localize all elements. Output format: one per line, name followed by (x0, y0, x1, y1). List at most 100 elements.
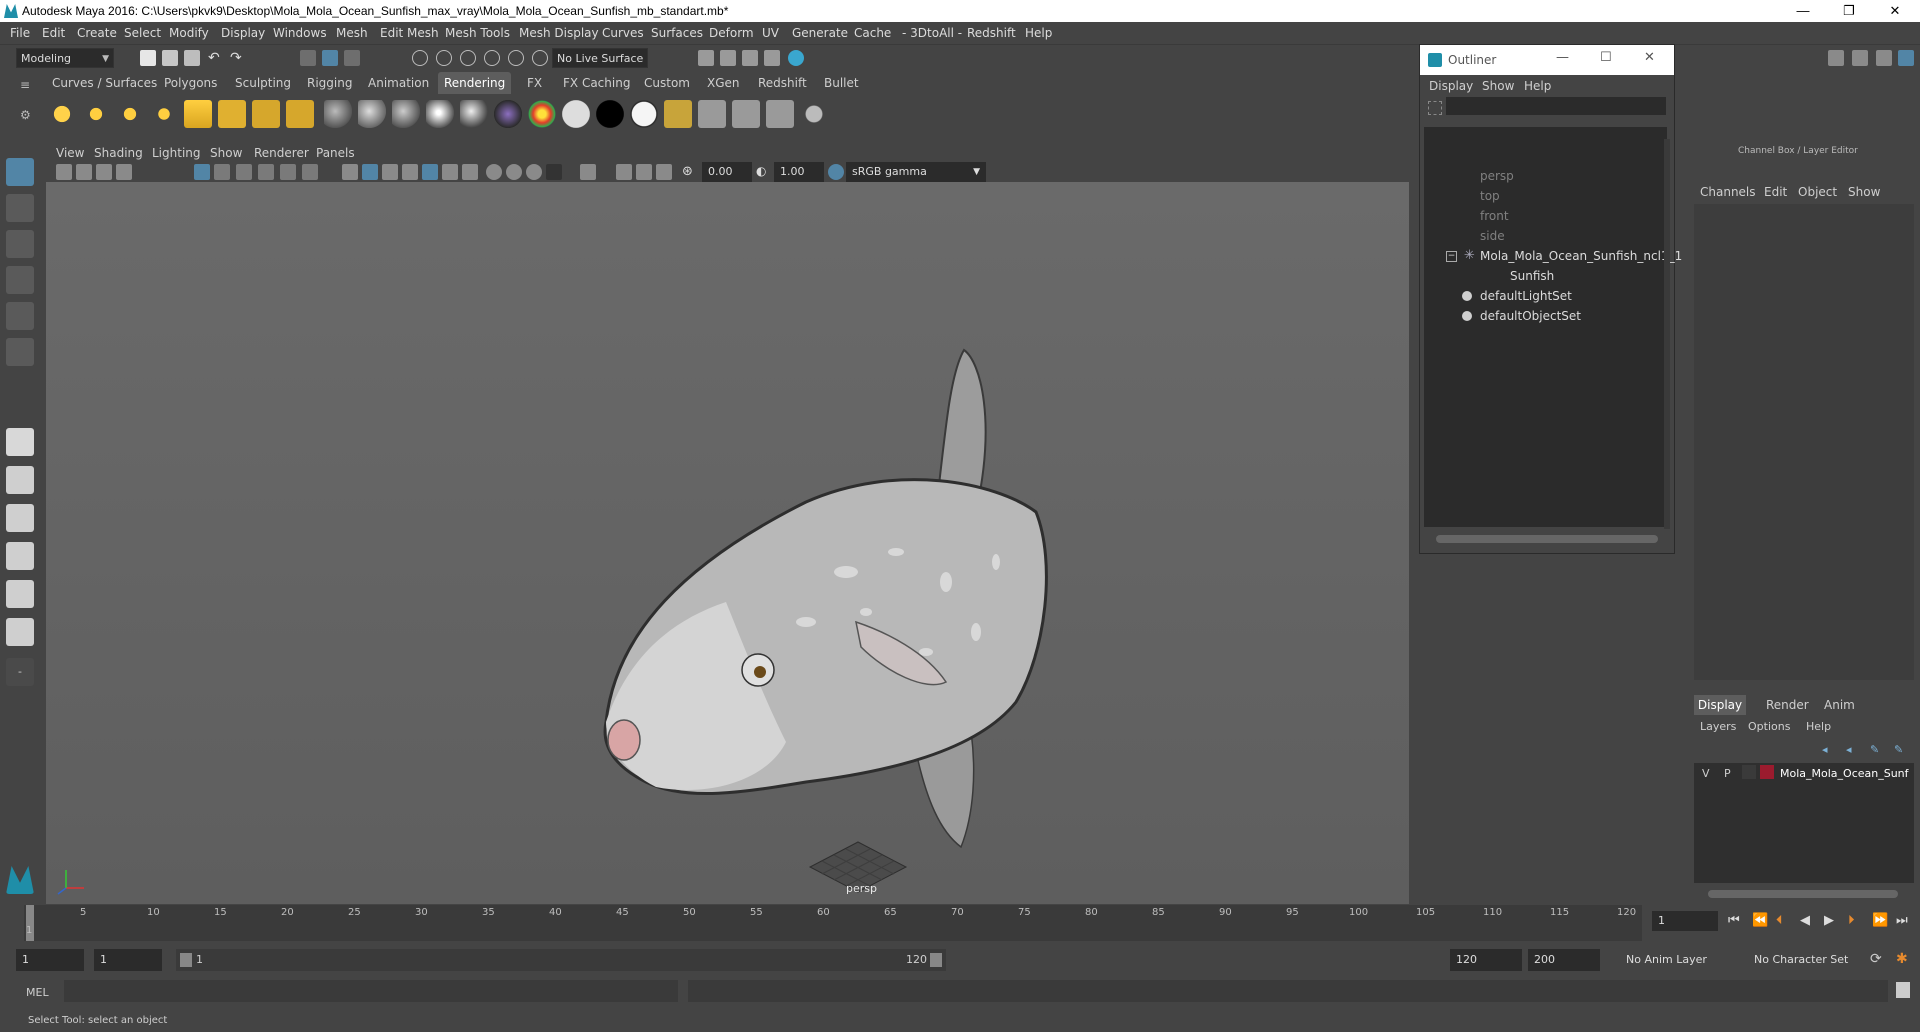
tab-fx[interactable]: FX (521, 72, 548, 94)
view-transform-dropdown[interactable]: sRGB gamma ▼ (846, 162, 986, 182)
single-pane-layout-icon[interactable] (6, 428, 34, 456)
panel-menu-shading[interactable]: Shading (94, 146, 143, 160)
menu-mesh-tools[interactable]: Mesh Tools (445, 26, 510, 40)
layered-shader-icon[interactable] (494, 100, 522, 128)
tab-bullet[interactable]: Bullet (818, 72, 865, 94)
color-management-icon[interactable] (828, 164, 844, 180)
outliner-search-input[interactable] (1446, 97, 1666, 115)
film-gate-icon[interactable] (214, 164, 230, 180)
panel-menu-panels[interactable]: Panels (316, 146, 355, 160)
outliner-layout-icon[interactable] (6, 618, 34, 646)
hypershade-icon[interactable] (788, 50, 804, 66)
character-set-dropdown[interactable]: No Character Set (1748, 949, 1868, 971)
menu-surfaces[interactable]: Surfaces (651, 26, 703, 40)
grid-toggle-icon[interactable] (194, 164, 210, 180)
exposure-field[interactable]: 0.00 (702, 162, 752, 182)
ipr-render-icon[interactable] (742, 50, 758, 66)
tab-curves-surfaces[interactable]: Curves / Surfaces (46, 72, 163, 94)
xray-components-icon[interactable] (636, 164, 652, 180)
shadows-icon[interactable] (442, 164, 458, 180)
menu-cache[interactable]: Cache (854, 26, 891, 40)
snap-live-icon[interactable] (508, 50, 524, 66)
batch-render-icon[interactable] (732, 100, 760, 128)
rotate-tool-icon[interactable] (6, 302, 34, 330)
menu-deform[interactable]: Deform (709, 26, 754, 40)
outliner-menu-show[interactable]: Show (1482, 79, 1514, 93)
shelf-settings-icon[interactable]: ⚙ (20, 108, 31, 122)
play-backward-icon[interactable]: ◀ (1800, 913, 1810, 928)
attribute-editor-icon[interactable] (1852, 50, 1868, 66)
select-hierarchy-icon[interactable] (300, 50, 316, 66)
surface-shader-icon[interactable] (562, 100, 590, 128)
layer-type-toggle[interactable] (1742, 765, 1756, 779)
modeling-toolkit-icon[interactable] (1828, 50, 1844, 66)
range-start-handle[interactable] (180, 953, 192, 967)
menu-display[interactable]: Display (221, 26, 265, 40)
xray-joints-icon[interactable] (616, 164, 632, 180)
tab-fx-caching[interactable]: FX Caching (557, 72, 636, 94)
select-object-icon[interactable] (322, 50, 338, 66)
outliner-hscrollbar[interactable] (1436, 535, 1658, 543)
camera-icon[interactable] (252, 100, 280, 128)
outliner-menu-display[interactable]: Display (1429, 79, 1473, 93)
select-camera-icon[interactable] (56, 164, 72, 180)
auto-key-icon[interactable]: ⟳ (1870, 951, 1882, 967)
layer-playback-toggle[interactable]: P (1724, 767, 1731, 780)
area-light-icon[interactable] (184, 100, 212, 128)
outliner-menu-help[interactable]: Help (1524, 79, 1551, 93)
point-light-icon[interactable] (116, 100, 144, 128)
persp-graph-layout-icon[interactable] (6, 542, 34, 570)
ambient-light-icon[interactable] (48, 100, 76, 128)
go-to-start-icon[interactable]: ⏮ (1728, 913, 1740, 928)
sunfish-model[interactable] (46, 182, 1409, 904)
playback-start-field[interactable]: 1 (94, 949, 162, 971)
move-layer-down-icon[interactable]: ◂ (1846, 743, 1852, 756)
layer-visibility-toggle[interactable]: V (1702, 767, 1710, 780)
new-layer-selected-icon[interactable]: ✎ (1894, 743, 1903, 756)
snap-curve-icon[interactable] (436, 50, 452, 66)
volume-light-icon[interactable] (218, 100, 246, 128)
channel-box-toggle-icon[interactable] (1898, 50, 1914, 66)
menu-windows[interactable]: Windows (273, 26, 327, 40)
select-tool-icon[interactable] (6, 158, 34, 186)
lambert-shader-icon[interactable] (358, 100, 386, 128)
perspective-viewport[interactable]: persp (46, 182, 1409, 904)
panel-menu-renderer[interactable]: Renderer (254, 146, 309, 160)
move-layer-up-icon[interactable]: ◂ (1822, 743, 1828, 756)
use-background-icon[interactable] (596, 100, 624, 128)
wireframe-on-shaded-icon[interactable] (382, 164, 398, 180)
outliner-item-group[interactable]: Mola_Mola_Ocean_Sunfish_ncl1_1 (1480, 249, 1682, 263)
motion-blur-icon[interactable] (486, 164, 502, 180)
layer-menu-help[interactable]: Help (1806, 720, 1831, 733)
outliner-item-sunfish[interactable]: Sunfish (1510, 269, 1554, 283)
render-settings-icon[interactable] (764, 50, 780, 66)
menu-select[interactable]: Select (124, 26, 161, 40)
current-frame-field[interactable]: 1 (1652, 911, 1718, 931)
channel-menu-object[interactable]: Object (1798, 185, 1837, 199)
range-slider[interactable]: 1 120 (176, 949, 946, 971)
depth-of-field-icon[interactable] (526, 164, 542, 180)
image-plane-icon[interactable] (116, 164, 132, 180)
redo-icon[interactable]: ↷ (230, 50, 246, 66)
smooth-shade-icon[interactable] (362, 164, 378, 180)
outliner-item-top[interactable]: top (1480, 189, 1500, 203)
layer-hscrollbar[interactable] (1708, 890, 1898, 898)
tab-animation[interactable]: Animation (362, 72, 435, 94)
more-layouts-icon[interactable]: - (6, 658, 34, 686)
menu-help[interactable]: Help (1025, 26, 1052, 40)
panel-menu-show[interactable]: Show (210, 146, 242, 160)
maximize-button[interactable]: ❐ (1826, 0, 1872, 22)
animation-start-field[interactable]: 1 (16, 949, 84, 971)
live-surface-field[interactable]: No Live Surface (552, 48, 648, 68)
menu-mesh[interactable]: Mesh (336, 26, 368, 40)
resolution-gate-icon[interactable] (236, 164, 252, 180)
paint-select-tool-icon[interactable] (6, 230, 34, 258)
outliner-minimize-button[interactable]: — (1556, 50, 1569, 65)
ramp-shader-icon[interactable] (528, 100, 556, 128)
safe-action-icon[interactable] (302, 164, 318, 180)
tab-anim-layers[interactable]: Anim (1824, 698, 1855, 712)
channel-menu-edit[interactable]: Edit (1764, 185, 1787, 199)
four-pane-layout-icon[interactable] (6, 466, 34, 494)
gamma-field[interactable]: 1.00 (774, 162, 824, 182)
snap-grid-icon[interactable] (412, 50, 428, 66)
